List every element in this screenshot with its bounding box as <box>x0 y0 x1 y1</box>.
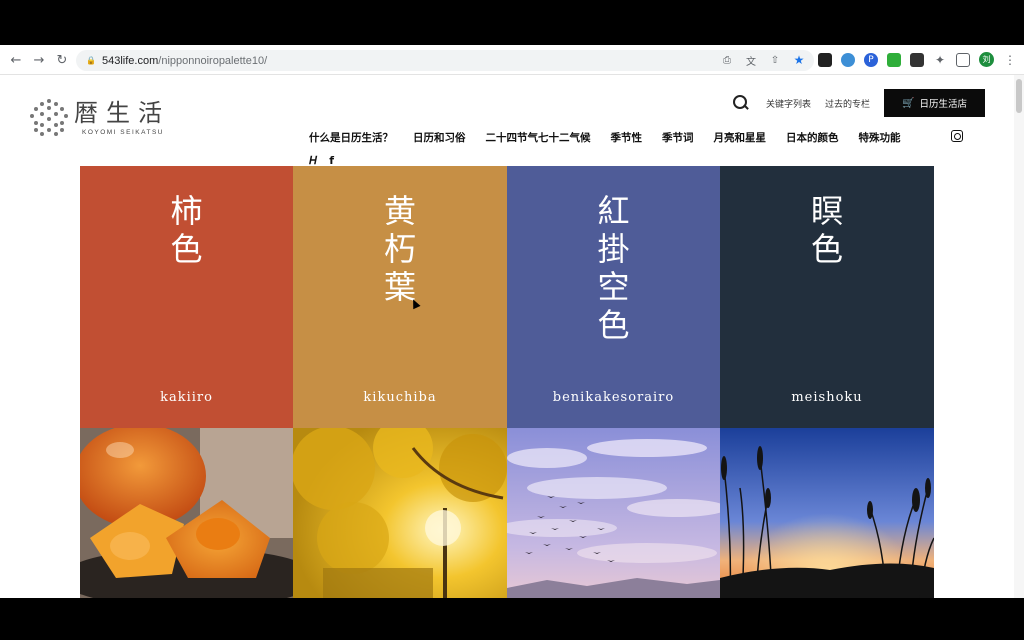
page-scrollbar[interactable] <box>1014 75 1024 598</box>
color-kanji: 瞑色 <box>810 192 843 268</box>
color-kanji: 紅掛空色 <box>597 192 630 344</box>
forward-icon[interactable]: → <box>28 49 50 71</box>
logo-kanji: 暦生活 <box>74 99 170 127</box>
translate-icon[interactable]: 文 <box>744 53 758 68</box>
color-romaji: kakiiro <box>160 390 213 405</box>
nav-item-solar-terms[interactable]: 二十四节气七十二气候 <box>486 130 591 145</box>
scrollbar-thumb[interactable] <box>1016 79 1022 113</box>
nav-item-japanese-colors[interactable]: 日本的颜色 <box>786 130 839 145</box>
extension-screen-icon[interactable] <box>910 52 924 67</box>
extension-globe-icon[interactable] <box>841 52 855 67</box>
search-icon[interactable] <box>732 94 750 112</box>
color-card-meishoku[interactable]: 瞑色 meishoku <box>720 166 934 598</box>
main-nav: 什么是日历生活？ 日历和习俗 二十四节气七十二气候 季节性 季节词 月亮和星星 … <box>309 130 921 145</box>
browser-toolbar: ← → ↻ 🔒 543life.com/nipponnoiropalette10… <box>0 45 1024 75</box>
color-swatch: 黄朽葉 kikuchiba <box>293 166 507 428</box>
sky-birds-photo <box>507 428 720 598</box>
color-card-benikakesorairo[interactable]: 紅掛空色 benikakesorairo <box>507 166 720 598</box>
share-icon[interactable]: ⇧ <box>768 53 782 67</box>
past-columns-link[interactable]: 过去的专栏 <box>825 97 870 110</box>
keyword-list-link[interactable]: 关键字列表 <box>766 97 811 110</box>
nav-item-seasonal[interactable]: 季节性 <box>611 130 643 145</box>
logo-dots-icon <box>30 99 68 137</box>
site-logo[interactable]: 暦生活 KOYOMI SEIKATSU <box>30 99 170 137</box>
dusk-grass-photo <box>720 428 934 598</box>
side-panel-icon[interactable] <box>956 52 970 67</box>
nav-item-calendar-customs[interactable]: 日历和习俗 <box>413 130 466 145</box>
extension-green-icon[interactable] <box>887 52 901 67</box>
color-romaji: meishoku <box>791 390 863 405</box>
back-icon[interactable]: ← <box>5 49 27 71</box>
ginkgo-photo <box>293 428 507 598</box>
color-grid: 柿色 kakiiro 黄 朽 葉 kikuchiba 紅 掛 空 色 benik… <box>80 166 934 598</box>
web-page: 暦生活 KOYOMI SEIKATSU 关键字列表 过去的专栏 🛒 日历生活店 … <box>0 75 1014 598</box>
persimmon-photo <box>80 428 293 598</box>
browser-window: ← → ↻ 🔒 543life.com/nipponnoiropalette10… <box>0 45 1024 598</box>
bookmark-star-icon[interactable]: ★ <box>792 53 806 67</box>
profile-avatar[interactable]: 刘 <box>979 52 994 67</box>
header-actions: 关键字列表 过去的专栏 🛒 日历生活店 <box>732 89 985 117</box>
instagram-icon[interactable] <box>951 130 963 142</box>
shop-button[interactable]: 🛒 日历生活店 <box>884 89 985 117</box>
color-card-kikuchiba[interactable]: 黄朽葉 kikuchiba <box>293 166 507 598</box>
url-host: 543life.com <box>102 54 159 67</box>
color-card-kakiiro[interactable]: 柿色 kakiiro <box>80 166 293 598</box>
extension-p-icon[interactable]: P <box>864 52 878 67</box>
color-swatch: 柿色 kakiiro <box>80 166 293 428</box>
nav-item-season-words[interactable]: 季节词 <box>662 130 694 145</box>
reload-icon[interactable]: ↻ <box>51 49 73 71</box>
browser-menu-icon[interactable]: ⋮ <box>1003 53 1017 67</box>
color-swatch: 瞑色 meishoku <box>720 166 934 428</box>
color-swatch: 紅掛空色 benikakesorairo <box>507 166 720 428</box>
nav-item-moon-stars[interactable]: 月亮和星星 <box>714 130 767 145</box>
nav-item-special[interactable]: 特殊功能 <box>859 130 901 145</box>
extensions-puzzle-icon[interactable]: ✦ <box>933 53 947 67</box>
install-app-icon[interactable]: ⎙ <box>720 53 734 67</box>
color-kanji: 黄朽葉 <box>383 192 416 306</box>
url-path: /nipponnoiropalette10/ <box>158 54 268 67</box>
nav-item-about[interactable]: 什么是日历生活？ <box>309 130 393 145</box>
logo-subtitle: KOYOMI SEIKATSU <box>82 129 164 136</box>
cart-icon: 🛒 <box>902 97 915 109</box>
lock-icon: 🔒 <box>86 56 96 65</box>
extension-tab-icon[interactable] <box>818 52 832 67</box>
address-bar[interactable]: 🔒 543life.com/nipponnoiropalette10/ ⎙ 文 … <box>76 50 814 71</box>
color-romaji: benikakesorairo <box>552 390 675 405</box>
color-romaji: kikuchiba <box>363 390 437 405</box>
shop-button-label: 日历生活店 <box>919 99 967 110</box>
color-kanji: 柿色 <box>170 192 203 268</box>
